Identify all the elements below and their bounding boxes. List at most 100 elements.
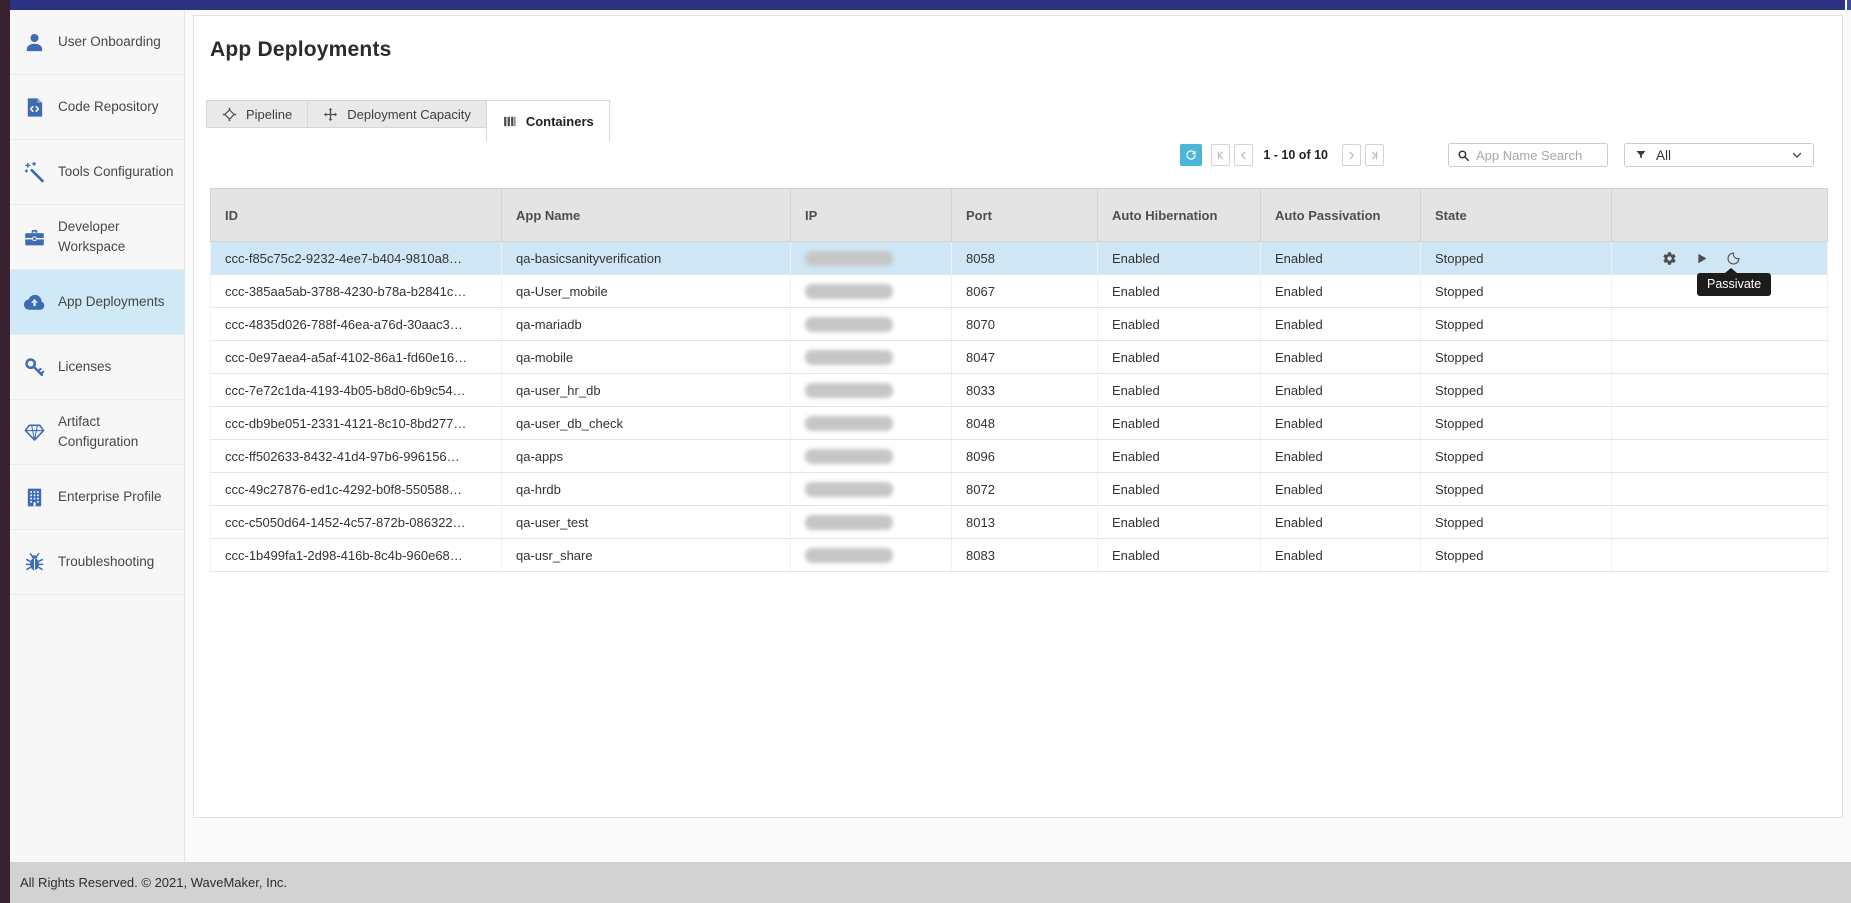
last-page-icon	[1368, 149, 1381, 162]
sidebar-item-licenses[interactable]: Licenses	[10, 335, 184, 400]
next-page-button[interactable]	[1342, 144, 1361, 166]
table-row[interactable]: ccc-7e72c1da-4193-4b05-b8d0-6b9c54…qa-us…	[211, 374, 1828, 407]
refresh-icon	[1184, 148, 1198, 162]
prev-page-button[interactable]	[1234, 144, 1253, 166]
table-row[interactable]: ccc-4835d026-788f-46ea-a76d-30aac3…qa-ma…	[211, 308, 1828, 341]
start-icon[interactable]	[1694, 251, 1709, 266]
cell-id: ccc-7e72c1da-4193-4b05-b8d0-6b9c54…	[211, 374, 502, 407]
cell-state: Stopped	[1421, 242, 1612, 275]
passivate-icon[interactable]	[1726, 251, 1741, 266]
row-actions	[1626, 251, 1827, 266]
cell-auto-passivation: Enabled	[1261, 242, 1421, 275]
sidebar-item-app-deployments[interactable]: App Deployments	[10, 270, 184, 335]
page-title: App Deployments	[210, 38, 392, 62]
ip-redacted	[805, 350, 893, 365]
ip-redacted	[805, 317, 893, 332]
cell-auto-hibernation: Enabled	[1098, 407, 1261, 440]
cell-port: 8070	[952, 308, 1098, 341]
table-header-row: IDApp NameIPPortAuto HibernationAuto Pas…	[211, 189, 1828, 242]
cell-state: Stopped	[1421, 473, 1612, 506]
ip-redacted	[805, 284, 893, 299]
cell-actions	[1612, 341, 1828, 374]
content-card: App Deployments Pipeline Deployment Capa…	[193, 15, 1843, 818]
sidebar-item-label: Tools Configuration	[58, 162, 174, 182]
sidebar-item-enterprise-profile[interactable]: Enterprise Profile	[10, 465, 184, 530]
cell-port: 8048	[952, 407, 1098, 440]
cell-app-name: qa-user_hr_db	[502, 374, 791, 407]
cell-port: 8047	[952, 341, 1098, 374]
sidebar-item-user-onboarding[interactable]: User Onboarding	[10, 10, 184, 75]
table-row[interactable]: ccc-385aa5ab-3788-4230-b78a-b2841c…qa-Us…	[211, 275, 1828, 308]
column-header-ip: IP	[791, 189, 952, 242]
cell-auto-hibernation: Enabled	[1098, 473, 1261, 506]
sidebar-item-code-repository[interactable]: Code Repository	[10, 75, 184, 140]
footer-text: All Rights Reserved. © 2021, WaveMaker, …	[20, 875, 287, 890]
cell-actions	[1612, 440, 1828, 473]
cell-auto-passivation: Enabled	[1261, 506, 1421, 539]
tab-label: Containers	[526, 114, 594, 129]
sidebar-item-tools-configuration[interactable]: Tools Configuration	[10, 140, 184, 205]
last-page-button[interactable]	[1365, 144, 1384, 166]
cell-app-name: qa-apps	[502, 440, 791, 473]
cell-app-name: qa-user_db_check	[502, 407, 791, 440]
search-input[interactable]	[1476, 148, 1599, 163]
sidebar-item-artifact-configuration[interactable]: Artifact Configuration	[10, 400, 184, 465]
cell-ip	[791, 242, 952, 275]
cell-app-name: qa-usr_share	[502, 539, 791, 572]
cell-state: Stopped	[1421, 506, 1612, 539]
tab-pipeline[interactable]: Pipeline	[206, 100, 308, 128]
table-row[interactable]: ccc-f85c75c2-9232-4ee7-b404-9810a8…qa-ba…	[211, 242, 1828, 275]
sidebar-item-troubleshooting[interactable]: Troubleshooting	[10, 530, 184, 595]
ip-redacted	[805, 416, 893, 431]
settings-icon[interactable]	[1662, 251, 1677, 266]
sidebar-item-label: Enterprise Profile	[58, 487, 162, 507]
ip-redacted	[805, 383, 893, 398]
cell-port: 8033	[952, 374, 1098, 407]
sidebar-item-label: App Deployments	[58, 292, 165, 312]
cell-ip	[791, 275, 952, 308]
ip-redacted	[805, 449, 893, 464]
key-icon	[10, 356, 58, 379]
sidebar-item-label: Artifact Configuration	[58, 412, 176, 451]
table-row[interactable]: ccc-49c27876-ed1c-4292-b0f8-550588…qa-hr…	[211, 473, 1828, 506]
cell-actions	[1612, 539, 1828, 572]
cell-ip	[791, 440, 952, 473]
cloud-upload-icon	[10, 291, 58, 314]
cell-ip	[791, 308, 952, 341]
top-bar	[0, 0, 1845, 10]
first-page-button[interactable]	[1211, 144, 1230, 166]
cell-ip	[791, 473, 952, 506]
diamond-icon	[10, 421, 58, 444]
cell-actions	[1612, 242, 1828, 275]
cell-port: 8058	[952, 242, 1098, 275]
app-filter-select[interactable]: All	[1624, 143, 1814, 167]
sidebar-item-developer-workspace[interactable]: Developer Workspace	[10, 205, 184, 270]
cell-auto-passivation: Enabled	[1261, 473, 1421, 506]
cell-id: ccc-1b499fa1-2d98-416b-8c4b-960e68…	[211, 539, 502, 572]
scrollbar-thumb[interactable]	[1847, 0, 1851, 10]
cell-id: ccc-c5050d64-1452-4c57-872b-086322…	[211, 506, 502, 539]
refresh-button[interactable]	[1180, 144, 1202, 166]
cell-auto-hibernation: Enabled	[1098, 308, 1261, 341]
table-row[interactable]: ccc-ff502633-8432-41d4-97b6-996156…qa-ap…	[211, 440, 1828, 473]
cell-auto-passivation: Enabled	[1261, 539, 1421, 572]
cell-auto-passivation: Enabled	[1261, 275, 1421, 308]
tab-deployment-capacity[interactable]: Deployment Capacity	[308, 100, 487, 128]
table-row[interactable]: ccc-db9be051-2331-4121-8c10-8bd277…qa-us…	[211, 407, 1828, 440]
footer: All Rights Reserved. © 2021, WaveMaker, …	[0, 862, 1851, 903]
cell-auto-passivation: Enabled	[1261, 440, 1421, 473]
filter-icon	[1635, 149, 1647, 161]
first-page-icon	[1214, 149, 1227, 162]
wand-icon	[10, 161, 58, 184]
cell-auto-passivation: Enabled	[1261, 374, 1421, 407]
cell-id: ccc-385aa5ab-3788-4230-b78a-b2841c…	[211, 275, 502, 308]
cell-app-name: qa-mariadb	[502, 308, 791, 341]
column-header-auto-hibernation: Auto Hibernation	[1098, 189, 1261, 242]
table-row[interactable]: ccc-0e97aea4-a5af-4102-86a1-fd60e16…qa-m…	[211, 341, 1828, 374]
search-icon	[1457, 149, 1470, 162]
cell-actions	[1612, 308, 1828, 341]
table-row[interactable]: ccc-c5050d64-1452-4c57-872b-086322…qa-us…	[211, 506, 1828, 539]
user-icon	[10, 31, 58, 54]
tab-containers[interactable]: Containers	[486, 100, 610, 141]
table-row[interactable]: ccc-1b499fa1-2d98-416b-8c4b-960e68…qa-us…	[211, 539, 1828, 572]
